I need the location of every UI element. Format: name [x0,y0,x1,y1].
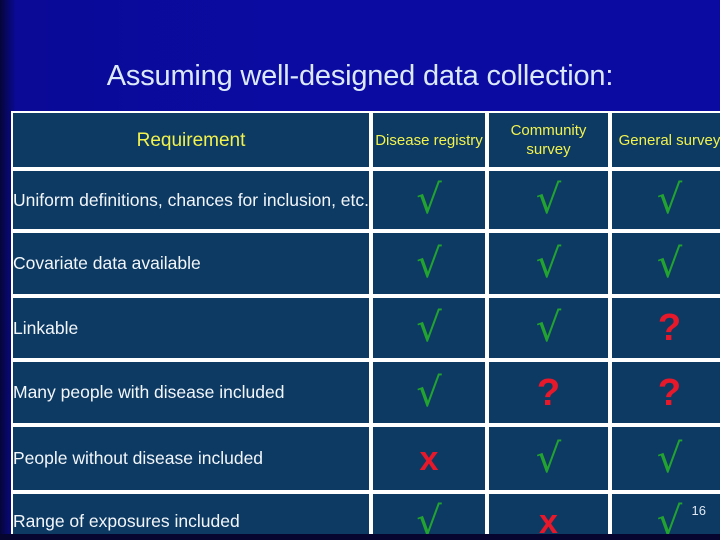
cell-covariate-data-disease-registry: √ [371,231,487,296]
check-icon: √ [416,240,442,287]
question-mark-icon: ? [657,371,682,414]
table-row: Uniform definitions, chances for inclusi… [11,169,720,231]
table-row: Linkable √ √ ? [11,296,720,360]
cell-linkable-general-survey: ? [610,296,720,360]
slide-canvas: Assuming well-designed data collection: … [0,0,720,540]
row-label-uniform-definitions: Uniform definitions, chances for inclusi… [11,169,371,231]
column-header-requirement: Requirement [11,111,371,169]
row-label-people-without-disease: People without disease included [11,425,371,492]
cell-uniform-definitions-disease-registry: √ [371,169,487,231]
table-header-row: Requirement Disease registry Community s… [11,111,720,169]
cell-range-exposures-community-survey: x [487,492,610,540]
cross-icon: x [419,439,439,478]
cell-covariate-data-general-survey: √ [610,231,720,296]
cell-many-people-disease-registry: √ [371,360,487,425]
cell-many-people-general-survey: ? [610,360,720,425]
cell-covariate-data-community-survey: √ [487,231,610,296]
row-label-range-of-exposures: Range of exposures included [11,492,371,540]
check-icon: √ [416,369,442,416]
table-row: Covariate data available √ √ √ [11,231,720,296]
check-icon: √ [535,240,562,287]
requirements-table: Requirement Disease registry Community s… [11,111,720,540]
check-icon: √ [656,177,683,223]
cell-people-without-general-survey: √ [610,425,720,492]
slide-number: 16 [691,503,706,518]
check-icon: √ [535,435,562,482]
table-row: Many people with disease included √ ? ? [11,360,720,425]
cell-range-exposures-disease-registry: √ [371,492,487,540]
table-row: People without disease included x √ √ [11,425,720,492]
column-header-community-survey: Community survey [487,111,610,169]
check-icon: √ [416,305,442,351]
column-header-disease-registry: Disease registry [371,111,487,169]
cell-people-without-disease-registry: x [371,425,487,492]
cell-people-without-community-survey: √ [487,425,610,492]
question-mark-icon: ? [536,371,561,414]
question-mark-icon: ? [657,307,682,349]
cell-linkable-disease-registry: √ [371,296,487,360]
cell-uniform-definitions-community-survey: √ [487,169,610,231]
table-row: Range of exposures included √ x √ [11,492,720,540]
row-label-covariate-data-available: Covariate data available [11,231,371,296]
cell-many-people-community-survey: ? [487,360,610,425]
cell-linkable-community-survey: √ [487,296,610,360]
check-icon: √ [656,240,683,287]
check-icon: √ [416,177,442,223]
check-icon: √ [535,305,562,351]
row-label-linkable: Linkable [11,296,371,360]
bottom-edge-band [0,534,720,540]
page-title: Assuming well-designed data collection: [106,60,614,92]
check-icon: √ [535,177,562,223]
column-header-general-survey: General survey [610,111,720,169]
check-icon: √ [656,435,683,482]
cell-uniform-definitions-general-survey: √ [610,169,720,231]
row-label-many-people-with-disease: Many people with disease included [11,360,371,425]
